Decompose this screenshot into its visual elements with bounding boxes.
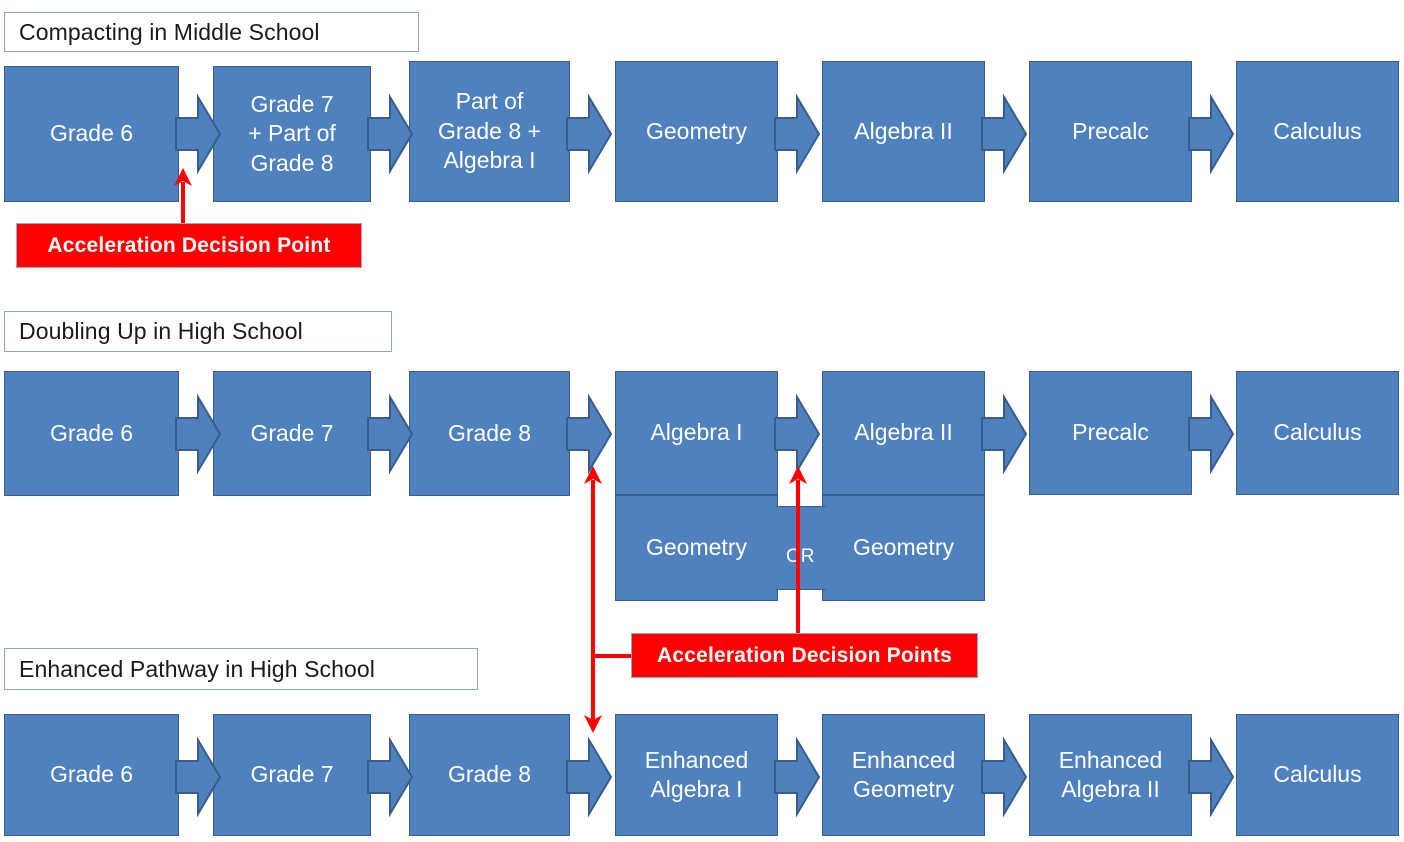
section-title-compacting: Compacting in Middle School <box>4 12 419 52</box>
step-box-enhanced-geometry: Enhanced Geometry <box>822 714 985 836</box>
step-line: Geometry <box>646 117 747 144</box>
step-box-grade-8: Grade 8 <box>409 714 570 836</box>
step-line: Enhanced <box>644 746 749 773</box>
step-box-grade-7: Grade 7 <box>213 371 371 496</box>
step-box-grade-7: Grade 7 <box>213 714 371 836</box>
step-line: Grade 7 <box>250 761 334 788</box>
step-line: Grade 8 + <box>438 117 541 144</box>
step-line: Grade 7 <box>250 419 334 446</box>
step-line: Grade 6 <box>49 761 134 788</box>
step-box-enhanced-algebra-2: Enhanced Algebra II <box>1029 714 1192 836</box>
step-line: Geometry <box>853 776 954 802</box>
step-line: Grade 8 <box>447 419 532 446</box>
flow-arrow-icon <box>1188 736 1235 818</box>
step-box-precalc: Precalc <box>1029 61 1192 202</box>
step-box-precalc: Precalc <box>1029 371 1192 495</box>
step-line: Enhanced <box>851 746 956 773</box>
step-line: Algebra II <box>854 419 953 446</box>
flow-arrow-icon <box>566 736 613 818</box>
step-line: Grade 6 <box>49 419 134 446</box>
step-line: Precalc <box>1072 419 1149 446</box>
step-line: Grade 6 <box>49 120 134 147</box>
section-title-label: Compacting in Middle School <box>19 18 320 45</box>
flow-arrow-icon <box>566 93 613 175</box>
step-line: Algebra II <box>1061 776 1160 802</box>
callout-arrow-up-icon <box>583 466 603 486</box>
flow-arrow-icon <box>367 393 414 475</box>
callout-acceleration-decision-points: Acceleration Decision Points <box>631 633 978 678</box>
flow-arrow-icon <box>1188 393 1235 475</box>
step-line: Grade 8 <box>250 149 334 176</box>
step-line: Grade 7 <box>250 90 334 117</box>
step-box-calculus: Calculus <box>1236 714 1399 836</box>
callout-arrow-up-icon <box>173 168 193 188</box>
step-box-grade-6: Grade 6 <box>4 714 179 836</box>
step-line: Enhanced <box>1058 746 1163 773</box>
callout-arrow-down-icon <box>583 713 603 733</box>
step-box-grade-8: Grade 8 <box>409 371 570 496</box>
or-label: OR <box>786 546 815 568</box>
step-box-geometry: Geometry <box>615 61 778 202</box>
flow-arrow-icon <box>774 736 821 818</box>
step-box-algebra-1: Algebra I <box>615 371 778 495</box>
flow-arrow-icon <box>175 93 222 175</box>
step-line: Algebra II <box>854 117 953 144</box>
callout-label: Acceleration Decision Point <box>47 233 331 257</box>
flow-arrow-icon <box>774 393 821 475</box>
step-box-part-8-algebra-1: Part of Grade 8 + Algebra I <box>409 61 570 202</box>
step-line: Calculus <box>1273 419 1362 446</box>
flow-arrow-icon <box>367 736 414 818</box>
callout-horizontal-connector <box>591 654 633 658</box>
section-title-doubling-up: Doubling Up in High School <box>4 311 392 352</box>
flow-arrow-icon <box>981 93 1028 175</box>
callout-vertical-connector <box>591 480 595 724</box>
step-box-geometry-doubled-right: Geometry <box>822 495 985 601</box>
step-line: Calculus <box>1273 761 1362 788</box>
step-box-grade-6: Grade 6 <box>4 66 179 202</box>
step-line: Part of <box>455 88 524 115</box>
step-line: Geometry <box>853 534 954 561</box>
step-box-geometry-doubled-left: Geometry <box>615 495 778 601</box>
step-line: + Part of <box>248 120 336 147</box>
step-line: Precalc <box>1072 117 1149 144</box>
step-box-algebra-2: Algebra II <box>822 371 985 495</box>
step-line: Algebra I <box>650 776 743 802</box>
flow-arrow-icon <box>981 393 1028 475</box>
callout-connector-line <box>181 182 185 224</box>
callout-arrow-up-icon <box>788 466 808 486</box>
flow-arrow-icon <box>367 93 414 175</box>
step-box-enhanced-algebra-1: Enhanced Algebra I <box>615 714 778 836</box>
step-line: Calculus <box>1273 117 1362 144</box>
callout-acceleration-decision-point: Acceleration Decision Point <box>16 223 362 268</box>
or-label-text: OR <box>786 546 815 567</box>
step-box-calculus: Calculus <box>1236 371 1399 495</box>
section-title-label: Enhanced Pathway in High School <box>19 655 375 682</box>
flow-arrow-icon <box>566 393 613 475</box>
flow-arrow-icon <box>1188 93 1235 175</box>
section-title-enhanced-pathway: Enhanced Pathway in High School <box>4 648 478 690</box>
flow-arrow-icon <box>774 93 821 175</box>
step-line: Algebra I <box>650 419 743 446</box>
step-box-calculus: Calculus <box>1236 61 1399 202</box>
section-title-label: Doubling Up in High School <box>19 318 303 344</box>
callout-vertical-connector <box>796 480 800 637</box>
callout-label: Acceleration Decision Points <box>656 643 953 667</box>
flow-arrow-icon <box>175 736 222 818</box>
step-box-algebra-2: Algebra II <box>822 61 985 202</box>
step-box-grade-7-part-8: Grade 7 + Part of Grade 8 <box>213 66 371 202</box>
step-line: Geometry <box>646 534 747 561</box>
step-line: Algebra I <box>443 147 536 174</box>
flow-arrow-icon <box>981 736 1028 818</box>
step-line: Grade 8 <box>447 761 532 788</box>
diagram-canvas: Compacting in Middle School Grade 6 Grad… <box>0 0 1404 842</box>
flow-arrow-icon <box>175 393 222 475</box>
step-box-grade-6: Grade 6 <box>4 371 179 496</box>
